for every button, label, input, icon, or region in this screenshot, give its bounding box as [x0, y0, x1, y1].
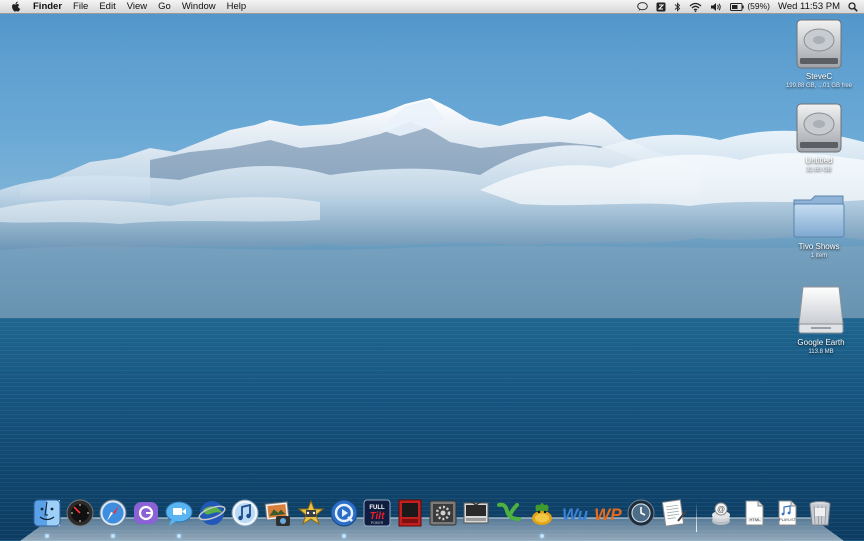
running-indicator [45, 534, 49, 538]
running-indicator [111, 534, 115, 538]
menu-clock[interactable]: Wed 11:53 PM [778, 0, 840, 13]
hard-drive-icon [774, 102, 864, 154]
menu-help[interactable]: Help [227, 0, 247, 13]
finder-icon[interactable] [32, 497, 62, 529]
html-doc-label: HTML [750, 517, 762, 522]
textedit-icon[interactable] [659, 497, 689, 529]
menu-file[interactable]: File [73, 0, 88, 13]
desktop-icon-label: SteveC [805, 72, 833, 81]
menu-window[interactable]: Window [182, 0, 216, 13]
menu-edit[interactable]: Edit [99, 0, 115, 13]
bluetooth-icon[interactable] [674, 0, 681, 13]
photo-booth-icon[interactable] [395, 497, 425, 529]
screen-recorder-icon[interactable] [656, 0, 666, 13]
full-tilt-poker-icon[interactable]: FULL Tilt POKER [362, 497, 392, 529]
playlist-doc-icon[interactable]: PLAYLIST [772, 497, 802, 529]
desktop-icon-label: Untitled [805, 156, 833, 165]
iphoto-icon[interactable] [263, 497, 293, 529]
google-earth-icon[interactable] [197, 497, 227, 529]
adium-icon[interactable] [527, 497, 557, 529]
desktop-icon-info: 199.88 GB, ...01 GB free [785, 83, 853, 89]
chat-icon[interactable] [637, 0, 649, 13]
dock-separator [696, 502, 697, 532]
volume-icon[interactable] [710, 0, 722, 13]
svg-text:POKER: POKER [371, 521, 384, 525]
menu-bar: Finder File Edit View Go Window Help (59… [0, 0, 864, 14]
desktop-icon-label: Tivo Shows [798, 242, 840, 251]
battery-icon[interactable] [730, 0, 745, 13]
menu-view[interactable]: View [127, 0, 147, 13]
wifi-icon[interactable] [689, 0, 702, 13]
desktop-icon-info: 113.8 MB [808, 349, 834, 355]
emote-icon[interactable] [131, 497, 161, 529]
apple-menu-icon[interactable] [9, 1, 23, 12]
hard-drive-icon [774, 18, 864, 70]
running-indicator [540, 534, 544, 538]
trash-icon[interactable] [805, 497, 835, 529]
running-indicator [177, 534, 181, 538]
svg-text:WP: WP [594, 505, 622, 524]
wu-app-icon[interactable]: Wu [560, 497, 590, 529]
quicktime-icon[interactable] [329, 497, 359, 529]
cloud-band [0, 130, 864, 320]
menu-go[interactable]: Go [158, 0, 171, 13]
imovie-icon[interactable] [296, 497, 326, 529]
ichat-icon[interactable] [164, 497, 194, 529]
battery-percentage: (59%) [747, 1, 771, 11]
itunes-icon[interactable] [230, 497, 260, 529]
mail-stack-icon[interactable]: @ [706, 497, 736, 529]
desktop-icon-steve-c[interactable]: SteveC 199.88 GB, ...01 GB free [774, 18, 864, 90]
hacker-app-icon[interactable] [494, 497, 524, 529]
preferences-icon[interactable] [428, 497, 458, 529]
desktop-icon-label: Google Earth [797, 338, 845, 347]
html-doc-icon[interactable]: HTML [739, 497, 769, 529]
svg-text:Wu: Wu [562, 505, 589, 524]
folder-icon [774, 192, 864, 240]
svg-text:@: @ [717, 505, 725, 514]
time-machine-icon[interactable] [626, 497, 656, 529]
desktop-icon-info: 1 item [810, 253, 828, 259]
desktop-wallpaper [0, 0, 864, 540]
desktop-icon-info: 32.69 GB [806, 167, 832, 173]
desktop-icon-tivo-shows[interactable]: Tivo Shows 1 item [774, 192, 864, 260]
wp-app-icon[interactable]: WP [593, 497, 623, 529]
desktop-icon-google-earth[interactable]: Google Earth 113.8 MB [776, 284, 864, 356]
mpeg-streamclip-icon[interactable] [461, 497, 491, 529]
disk-image-icon [776, 284, 864, 336]
menu-app-name[interactable]: Finder [33, 0, 62, 13]
dock: FULL Tilt POKER Wu WP @ HTML PLAYLIST [32, 497, 840, 533]
playlist-doc-label: PLAYLIST [779, 518, 796, 522]
desktop-icon-untitled[interactable]: Untitled 32.69 GB [774, 102, 864, 174]
safari-icon[interactable] [98, 497, 128, 529]
running-indicator [342, 534, 346, 538]
spotlight-icon[interactable] [848, 0, 858, 13]
dashboard-icon[interactable] [65, 497, 95, 529]
